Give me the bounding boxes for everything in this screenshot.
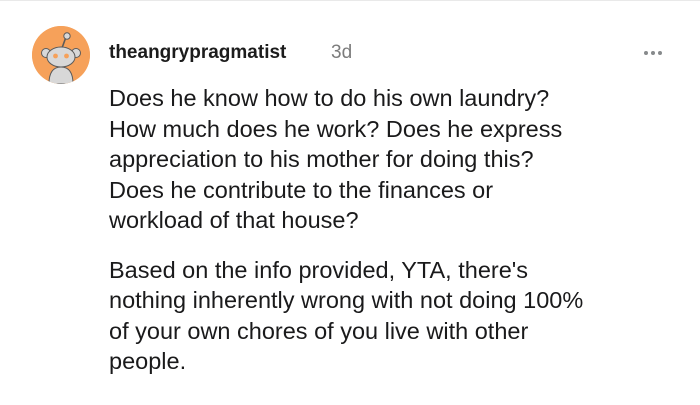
dot [644, 51, 648, 55]
top-divider [0, 0, 700, 1]
dot [651, 51, 655, 55]
avatar[interactable] [32, 26, 90, 84]
comment-paragraph: Based on the info provided, YTA, there's… [109, 256, 584, 375]
snoo-avatar-icon [32, 26, 90, 84]
dot [658, 51, 662, 55]
comment-paragraph: Does he know how to do his own laundry? … [109, 85, 563, 233]
more-horizontal-icon[interactable] [640, 40, 666, 66]
comment-body: Does he know how to do his own laundry? … [109, 83, 679, 377]
comment-timestamp[interactable]: 3d [331, 41, 352, 65]
comment-author[interactable]: theangrypragmatist [109, 41, 286, 65]
